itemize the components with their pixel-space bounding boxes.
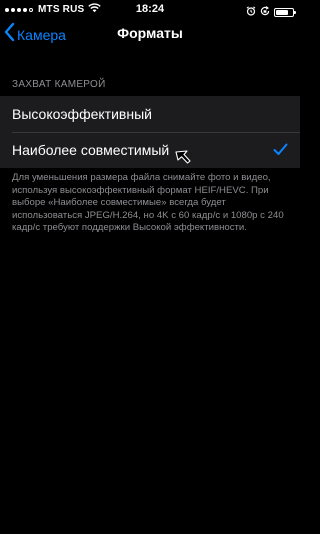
option-high-efficiency[interactable]: Высокоэффективный [0, 96, 300, 132]
status-bar: MTS RUS 18:24 [0, 0, 300, 20]
section-footer-note: Для уменьшения размера файла снимайте фо… [12, 172, 284, 234]
alarm-icon [246, 3, 256, 21]
orientation-lock-icon [260, 3, 270, 21]
status-right [246, 3, 296, 21]
battery-fill [276, 9, 288, 15]
checkmark-icon [273, 143, 288, 159]
page-title: Форматы [117, 25, 183, 41]
option-label: Высокоэффективный [12, 106, 152, 122]
mouse-pointer-icon [175, 150, 191, 169]
navigation-bar: Камера Форматы [0, 20, 300, 48]
option-most-compatible[interactable]: Наиболее совместимый [0, 132, 300, 168]
option-label: Наиболее совместимый [12, 142, 170, 158]
section-header: ЗАХВАТ КАМЕРОЙ [12, 79, 106, 90]
battery-icon [274, 7, 296, 17]
format-option-list: Высокоэффективный Наиболее совместимый [0, 96, 300, 168]
